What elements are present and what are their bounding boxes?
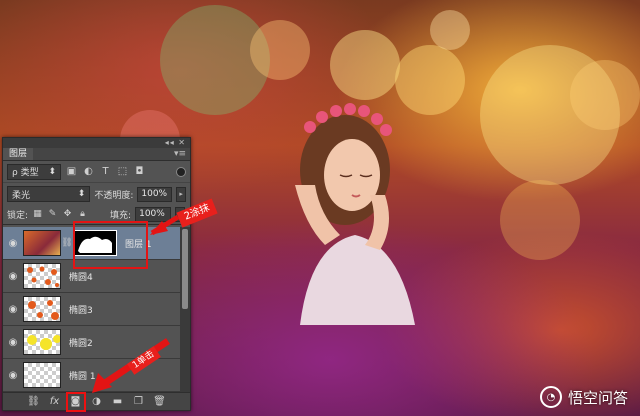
tab-layers[interactable]: 图层 xyxy=(3,148,34,160)
panel-menu-icon[interactable]: ▾≡ xyxy=(174,148,190,160)
mask-link-icon[interactable]: ⛓ xyxy=(61,238,73,248)
add-mask-icon[interactable]: ◙ xyxy=(65,391,86,412)
blend-mode-select[interactable]: 柔光 ⬍ xyxy=(7,186,91,202)
layer-row[interactable]: ◉ 椭圆3 xyxy=(3,293,182,326)
adjustment-filter-icon[interactable]: ◐ xyxy=(82,165,95,178)
fx-icon[interactable]: fx xyxy=(48,395,62,409)
watermark-text: 悟空问答 xyxy=(567,388,628,407)
link-icon[interactable]: ⛓ xyxy=(27,395,41,409)
panel-titlebar[interactable]: ◂◂ ✕ xyxy=(3,138,190,148)
wukong-logo-icon: ◔ xyxy=(539,386,562,408)
layer-thumbnail xyxy=(23,362,61,388)
lock-move-icon[interactable]: ✥ xyxy=(62,209,73,220)
opacity-dropdown-icon[interactable]: ▸ xyxy=(176,186,186,202)
mask-highlight-box xyxy=(73,221,148,269)
shape-filter-icon[interactable]: ⬚ xyxy=(116,165,129,178)
layer-thumbnail xyxy=(23,263,61,289)
opacity-label: 不透明度: xyxy=(94,190,134,201)
adjustment-icon[interactable]: ◑ xyxy=(90,395,104,409)
panel-tabbar: 图层 ▾≡ xyxy=(3,148,190,161)
watermark: ◔ 悟空问答 xyxy=(539,386,628,408)
ellipse-dots xyxy=(27,335,60,350)
bokeh-light xyxy=(330,30,400,100)
layer-thumbnail xyxy=(23,296,61,322)
blend-row: 柔光 ⬍ 不透明度: 100% ▸ xyxy=(3,183,190,205)
bokeh-light xyxy=(570,60,640,130)
opacity-field[interactable]: 100% xyxy=(137,186,173,202)
eye-icon[interactable]: ◉ xyxy=(3,238,23,249)
layer-thumbnail xyxy=(23,230,61,256)
lock-brush-icon[interactable]: ✎ xyxy=(47,209,58,220)
type-filter-icon[interactable]: T xyxy=(99,165,112,178)
bokeh-light xyxy=(250,20,310,80)
lock-transparent-icon[interactable]: ▦ xyxy=(32,209,43,220)
layer-scrollbar[interactable] xyxy=(180,227,190,393)
filter-row: ρ 类型 ⬍ ▣ ◐ T ⬚ ◘ xyxy=(3,161,190,183)
ellipse-dots xyxy=(28,300,59,320)
blend-mode-value: 柔光 xyxy=(12,190,31,201)
ellipse-dots xyxy=(27,266,59,287)
lock-label: 锁定: xyxy=(7,211,29,221)
filter-toggle[interactable] xyxy=(176,166,186,177)
image-filter-icon[interactable]: ▣ xyxy=(65,165,78,178)
girl-figure xyxy=(295,103,415,325)
chevron-down-icon: ⬍ xyxy=(48,166,56,177)
smart-object-filter-icon[interactable]: ◘ xyxy=(133,165,146,178)
layer-name: 椭圆4 xyxy=(69,272,93,283)
filter-kind-value: ρ 类型 xyxy=(12,168,39,178)
collapse-icon[interactable]: ◂◂ ✕ xyxy=(165,139,186,147)
eye-icon[interactable]: ◉ xyxy=(3,304,23,315)
eye-icon[interactable]: ◉ xyxy=(3,337,23,348)
trash-icon[interactable]: 🗑︎ xyxy=(153,395,167,409)
new-layer-icon[interactable]: ❐ xyxy=(132,395,146,409)
eye-icon[interactable]: ◉ xyxy=(3,271,23,282)
layer-thumbnail xyxy=(23,329,61,355)
bokeh-light xyxy=(430,10,470,50)
layer-name: 椭圆3 xyxy=(69,305,93,316)
folder-icon[interactable]: ▬ xyxy=(111,395,125,409)
filter-kind-select[interactable]: ρ 类型 ⬍ xyxy=(7,163,61,180)
chevron-down-icon: ⬍ xyxy=(77,189,86,199)
bokeh-light xyxy=(500,180,580,260)
fill-label: 填充: xyxy=(110,211,132,221)
lock-all-icon[interactable]: 🔒︎ xyxy=(77,209,88,220)
eye-icon[interactable]: ◉ xyxy=(3,370,23,381)
